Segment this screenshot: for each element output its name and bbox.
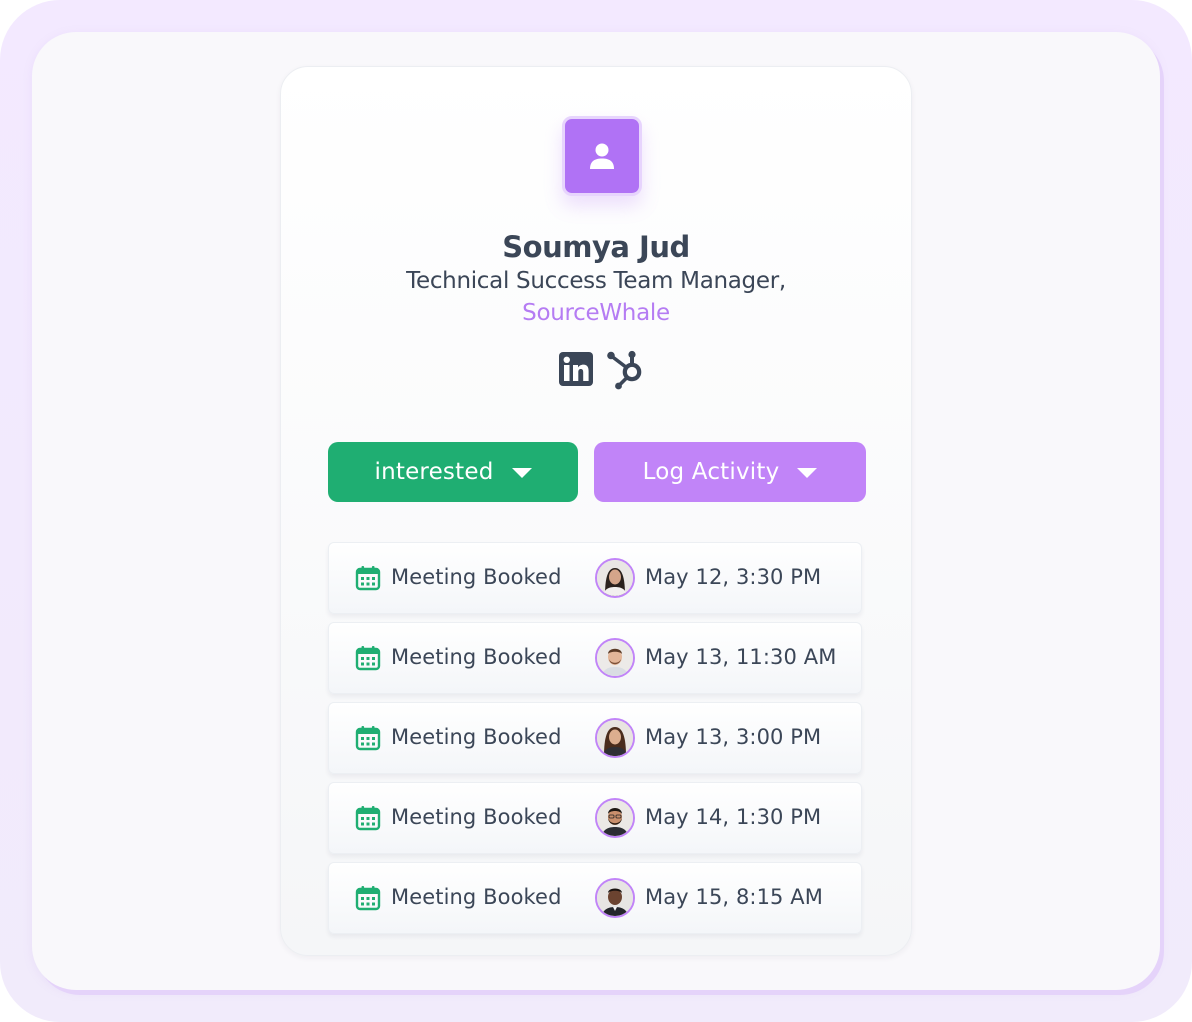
user-avatar xyxy=(595,638,635,678)
user-avatar xyxy=(595,878,635,918)
user-avatar xyxy=(595,718,635,758)
linkedin-icon[interactable] xyxy=(559,352,593,386)
activity-type: Meeting Booked xyxy=(391,645,562,669)
calendar-icon xyxy=(355,806,381,831)
hubspot-icon[interactable] xyxy=(606,350,646,392)
activity-row[interactable]: Meeting Booked May 14, 1:30 PM xyxy=(328,782,862,854)
activity-time: May 15, 8:15 AM xyxy=(645,885,823,909)
activity-time: May 13, 11:30 AM xyxy=(645,645,837,669)
calendar-icon xyxy=(355,566,381,591)
activity-row[interactable]: Meeting Booked May 12, 3:30 PM xyxy=(328,542,862,614)
status-dropdown-button[interactable]: interested xyxy=(328,442,578,502)
contact-avatar xyxy=(562,116,642,196)
activity-type: Meeting Booked xyxy=(391,725,562,749)
activity-type: Meeting Booked xyxy=(391,565,562,589)
user-icon xyxy=(590,143,614,169)
contact-title: Technical Success Team Manager, xyxy=(406,268,786,294)
calendar-icon xyxy=(355,646,381,671)
user-avatar xyxy=(595,558,635,598)
activity-time: May 13, 3:00 PM xyxy=(645,725,822,749)
activity-type: Meeting Booked xyxy=(391,805,562,829)
user-avatar xyxy=(595,798,635,838)
contact-company[interactable]: SourceWhale xyxy=(280,300,912,326)
social-links xyxy=(556,350,648,392)
log-activity-label: Log Activity xyxy=(642,459,780,485)
log-activity-dropdown-button[interactable]: Log Activity xyxy=(594,442,866,502)
calendar-icon xyxy=(355,886,381,911)
caret-down-icon xyxy=(511,468,532,478)
caret-down-icon xyxy=(797,468,818,478)
activity-row[interactable]: Meeting Booked May 15, 8:15 AM xyxy=(328,862,862,934)
activity-row[interactable]: Meeting Booked May 13, 3:00 PM xyxy=(328,702,862,774)
activity-time: May 12, 3:30 PM xyxy=(645,565,822,589)
status-label: interested xyxy=(374,459,494,485)
activity-row[interactable]: Meeting Booked May 13, 11:30 AM xyxy=(328,622,862,694)
contact-name: Soumya Jud xyxy=(502,230,690,264)
calendar-icon xyxy=(355,726,381,751)
activity-type: Meeting Booked xyxy=(391,885,562,909)
activity-time: May 14, 1:30 PM xyxy=(645,805,822,829)
